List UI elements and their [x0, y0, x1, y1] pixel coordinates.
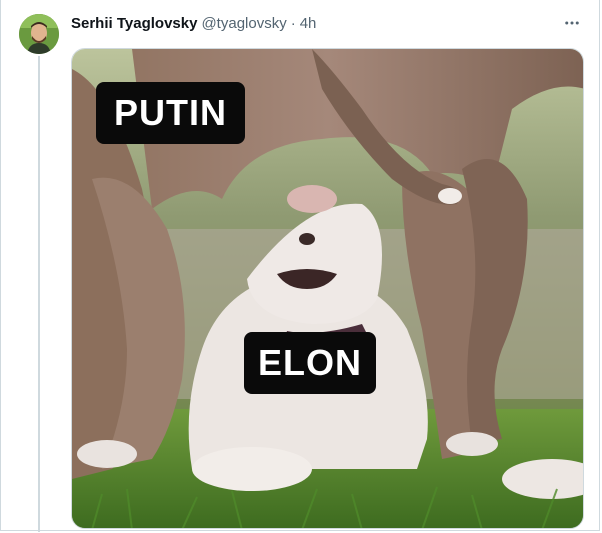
display-name[interactable]: Serhii Tyaglovsky [71, 14, 197, 34]
separator-dot: · [290, 15, 296, 32]
more-options-icon [565, 21, 579, 25]
meme-label-top: PUTIN [96, 82, 245, 144]
page: Serhii Tyaglovsky @tyaglovsky · 4h PUTIN… [0, 0, 602, 533]
tweet-media-image[interactable]: PUTIN ELON [71, 48, 584, 529]
avatar-image [19, 14, 59, 54]
tweet[interactable]: Serhii Tyaglovsky @tyaglovsky · 4h PUTIN… [0, 0, 600, 532]
meme-label-bottom: ELON [244, 332, 376, 394]
timestamp[interactable]: 4h [300, 14, 317, 34]
thread-line [38, 56, 40, 532]
avatar[interactable] [19, 14, 59, 54]
user-handle[interactable]: @tyaglovsky [201, 14, 286, 34]
more-options-button[interactable] [559, 12, 585, 34]
tweet-header: Serhii Tyaglovsky @tyaglovsky · 4h [71, 14, 316, 34]
